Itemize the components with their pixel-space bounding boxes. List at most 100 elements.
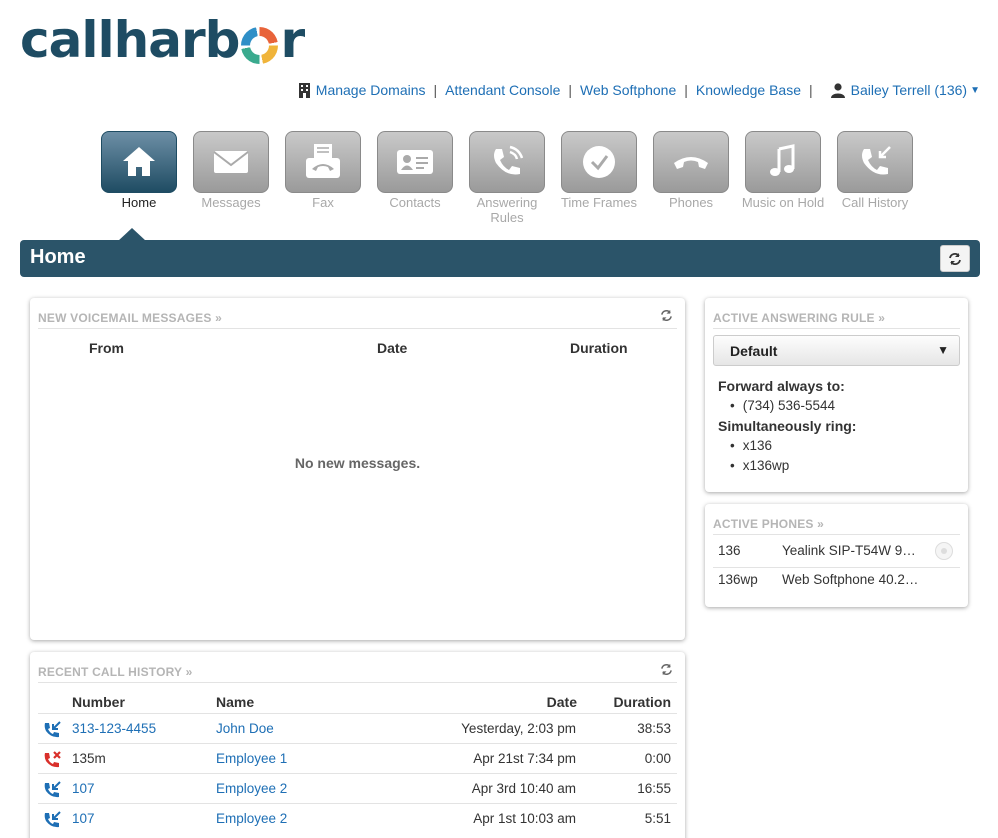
- tab-label: Fax: [312, 195, 334, 210]
- tab-label: Time Frames: [560, 195, 638, 210]
- divider: [713, 328, 960, 329]
- refresh-button[interactable]: [940, 245, 970, 272]
- music-note-icon: [770, 144, 795, 176]
- phone-row[interactable]: 136 Yealink SIP-T54W 9…: [713, 538, 960, 567]
- nav-divider: |: [808, 82, 813, 98]
- chevron-down-icon[interactable]: ▼: [970, 85, 980, 96]
- top-nav: Manage Domains | Attendant Console | Web…: [298, 82, 980, 98]
- tab-label: Music on Hold: [741, 195, 825, 210]
- list-item: x136wp: [730, 458, 790, 473]
- call-date: Yesterday, 2:03 pm: [461, 721, 576, 736]
- callharbor-logo[interactable]: callharb r: [20, 11, 305, 69]
- tab-label: Call History: [841, 195, 909, 210]
- dropdown-arrow-icon: ▼: [937, 343, 949, 357]
- tab-phones[interactable]: Phones: [645, 131, 737, 225]
- list-item: x136: [730, 438, 772, 453]
- page-title: Home: [30, 246, 86, 268]
- attendant-console-link[interactable]: Attendant Console: [445, 82, 560, 98]
- logo-text-start: callharb: [20, 11, 240, 69]
- tab-fax[interactable]: Fax: [277, 131, 369, 225]
- call-duration: 5:51: [644, 811, 671, 826]
- handset-icon: [674, 157, 708, 169]
- refresh-icon: [949, 252, 961, 265]
- building-icon: [298, 82, 310, 98]
- phone-extension: 136: [718, 543, 741, 558]
- phone-device: Yealink SIP-T54W 9…: [782, 543, 916, 558]
- call-name-link[interactable]: John Doe: [216, 721, 274, 736]
- envelope-icon: [213, 151, 249, 173]
- phone-row[interactable]: 136wp Web Softphone 40.2…: [713, 567, 960, 596]
- call-date: Apr 1st 10:03 am: [473, 811, 576, 826]
- phone-history-icon: [862, 146, 891, 175]
- tab-contacts[interactable]: Contacts: [369, 131, 461, 225]
- select-value: Default: [730, 343, 778, 359]
- column-header-date[interactable]: Date: [547, 694, 577, 710]
- home-icon: [123, 147, 155, 176]
- tab-label: Contacts: [389, 195, 441, 210]
- column-header-date[interactable]: Date: [377, 340, 407, 356]
- refresh-icon[interactable]: [660, 309, 673, 322]
- column-header-number[interactable]: Number: [72, 694, 125, 710]
- user-icon: [830, 82, 845, 98]
- panel-title-link[interactable]: RECENT CALL HISTORY »: [38, 665, 192, 679]
- main-toolbar: Home Messages Fax Contacts Answering Rul…: [93, 131, 921, 225]
- call-number: 135m: [72, 751, 106, 766]
- panel-title-link[interactable]: NEW VOICEMAIL MESSAGES »: [38, 311, 222, 325]
- call-history-panel: RECENT CALL HISTORY » Number Name Date D…: [30, 652, 685, 838]
- tab-time-frames[interactable]: Time Frames: [553, 131, 645, 225]
- call-number-link[interactable]: 313-123-4455: [72, 721, 156, 736]
- manage-domains-link[interactable]: Manage Domains: [316, 82, 426, 98]
- tab-answering-rules[interactable]: Answering Rules: [461, 131, 553, 225]
- column-header-name[interactable]: Name: [216, 694, 254, 710]
- divider: [713, 534, 960, 535]
- tab-call-history[interactable]: Call History: [829, 131, 921, 225]
- refresh-icon[interactable]: [660, 663, 673, 676]
- tab-music-on-hold[interactable]: Music on Hold: [737, 131, 829, 225]
- tab-messages[interactable]: Messages: [185, 131, 277, 225]
- call-name-link[interactable]: Employee 2: [216, 811, 287, 826]
- forward-label: Forward always to:: [718, 378, 845, 394]
- tab-label: Phones: [668, 195, 714, 210]
- page-header: Home: [20, 240, 980, 277]
- answering-rule-select[interactable]: Default ▼: [713, 335, 960, 366]
- column-header-duration[interactable]: Duration: [570, 340, 628, 356]
- incoming-call-icon: [42, 720, 62, 743]
- nav-divider: |: [433, 82, 438, 98]
- phone-extension: 136wp: [718, 572, 758, 587]
- incoming-call-icon: [42, 780, 62, 803]
- column-header-from[interactable]: From: [89, 340, 124, 356]
- empty-message: No new messages.: [294, 455, 421, 471]
- table-row[interactable]: 135m Employee 1 Apr 21st 7:34 pm 0:00: [38, 743, 677, 773]
- tab-home[interactable]: Home: [93, 131, 185, 225]
- call-duration: 0:00: [644, 751, 671, 766]
- missed-call-icon: [42, 750, 62, 773]
- call-date: Apr 21st 7:34 pm: [473, 751, 576, 766]
- user-menu[interactable]: Bailey Terrell (136): [851, 82, 967, 98]
- divider: [38, 682, 677, 683]
- panel-title-link[interactable]: ACTIVE PHONES »: [713, 517, 824, 531]
- simultaneous-ring-label: Simultaneously ring:: [718, 418, 857, 434]
- tab-label: Home: [121, 195, 157, 210]
- panel-title-link[interactable]: ACTIVE ANSWERING RULE »: [713, 311, 885, 325]
- call-name-link[interactable]: Employee 2: [216, 781, 287, 796]
- logo-text-end: r: [280, 11, 305, 69]
- table-row[interactable]: 107 Employee 2 Apr 1st 10:03 am 5:51: [38, 803, 677, 833]
- call-date: Apr 3rd 10:40 am: [471, 781, 576, 796]
- call-number-link[interactable]: 107: [72, 811, 95, 826]
- table-row[interactable]: 313-123-4455 John Doe Yesterday, 2:03 pm…: [38, 713, 677, 743]
- web-softphone-link[interactable]: Web Softphone: [580, 82, 676, 98]
- call-name-link[interactable]: Employee 1: [216, 751, 287, 766]
- nav-divider: |: [568, 82, 572, 98]
- voicemail-panel: NEW VOICEMAIL MESSAGES » From Date Durat…: [30, 298, 685, 640]
- divider: [38, 328, 677, 329]
- call-number-link[interactable]: 107: [72, 781, 95, 796]
- contact-card-icon: [397, 150, 433, 174]
- call-duration: 38:53: [637, 721, 671, 736]
- column-header-duration[interactable]: Duration: [613, 694, 671, 710]
- status-indicator-icon: [935, 542, 953, 560]
- tab-label: Messages: [201, 195, 261, 210]
- clock-icon: [583, 146, 615, 178]
- table-row[interactable]: 107 Employee 2 Apr 3rd 10:40 am 16:55: [38, 773, 677, 803]
- fax-icon: [306, 144, 340, 178]
- knowledge-base-link[interactable]: Knowledge Base: [696, 82, 801, 98]
